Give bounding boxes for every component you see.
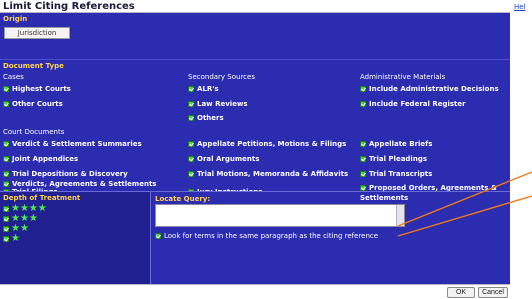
checkbox-checked-icon[interactable] [3,141,9,147]
option-label: Highest Courts [12,85,71,93]
locate-query-section: Locate Query: Look for terms in the same… [150,191,510,284]
query-scrollbar[interactable] [396,205,404,226]
checkbox-checked-icon[interactable] [3,181,9,187]
cases-label: Cases [3,73,24,81]
checkbox-checked-icon[interactable] [3,156,9,162]
checkbox-checked-icon[interactable] [360,141,366,147]
option-label: Law Reviews [197,100,248,108]
administrative-materials-label: Administrative Materials [360,73,446,81]
option-oral-arguments[interactable]: Oral Arguments [188,155,259,163]
option-label: Trial Depositions & Discovery [12,170,128,178]
depth-level-3[interactable]: ★★★ [3,214,38,224]
checkbox-checked-icon[interactable] [360,101,366,107]
option-others[interactable]: Others [188,114,224,122]
option-label: Include Federal Register [369,100,466,108]
option-label: ALR's [197,85,219,93]
checkbox-checked-icon[interactable] [360,156,366,162]
option-trial-pleadings[interactable]: Trial Pleadings [360,155,427,163]
option-label: Appellate Petitions, Motions & Filings [197,140,347,148]
option-trial-motions[interactable]: Trial Motions, Memoranda & Affidavits [188,170,348,178]
option-include-federal-register[interactable]: Include Federal Register [360,100,466,108]
option-highest-courts[interactable]: Highest Courts [3,85,71,93]
dialog-title: Limit Citing References [3,1,135,12]
option-joint-appendices[interactable]: Joint Appendices [3,155,78,163]
option-include-administrative-decisions[interactable]: Include Administrative Decisions [360,85,499,93]
checkbox-checked-icon[interactable] [3,171,9,177]
option-label: Joint Appendices [12,155,79,163]
checkbox-checked-icon[interactable] [3,226,9,232]
checkbox-checked-icon[interactable] [3,206,9,212]
option-verdicts-agreements-settlements[interactable]: Verdicts, Agreements & Settlements [3,180,156,188]
option-other-courts[interactable]: Other Courts [3,100,63,108]
option-label: Verdict & Settlement Summaries [12,140,142,148]
option-alrs[interactable]: ALR's [188,85,219,93]
checkbox-checked-icon[interactable] [3,216,9,222]
option-label: Include Administrative Decisions [369,85,499,93]
one-star-icon: ★ [11,233,20,244]
depth-level-1[interactable]: ★ [3,233,20,244]
option-label: Oral Arguments [197,155,260,163]
dialog-titlebar: Limit Citing References [0,0,510,13]
option-trial-transcripts[interactable]: Trial Transcripts [360,170,432,178]
option-label: Others [197,114,224,122]
checkbox-checked-icon[interactable] [155,233,161,239]
checkbox-checked-icon[interactable] [360,171,366,177]
checkbox-checked-icon[interactable] [188,101,194,107]
checkbox-checked-icon[interactable] [188,115,194,121]
origin-section: Origin Jurisdiction [0,13,510,59]
option-label: Trial Motions, Memoranda & Affidavits [197,170,349,178]
checkbox-checked-icon[interactable] [188,86,194,92]
depth-of-treatment-section: Depth of Treatment ★★★★ ★★★ ★★ ★ [0,191,150,284]
checkbox-checked-icon[interactable] [3,236,9,242]
option-label: Other Courts [12,100,63,108]
checkbox-checked-icon[interactable] [188,171,194,177]
option-same-paragraph[interactable]: Look for terms in the same paragraph as … [155,232,378,240]
checkbox-checked-icon[interactable] [3,86,9,92]
option-label: Trial Transcripts [369,170,433,178]
option-law-reviews[interactable]: Law Reviews [188,100,248,108]
court-documents-label: Court Documents [3,128,65,136]
option-label: Look for terms in the same paragraph as … [164,232,379,240]
locate-query-label: Locate Query: [155,195,211,203]
cancel-button[interactable]: Cancel [478,287,508,298]
checkbox-checked-icon[interactable] [188,141,194,147]
checkbox-checked-icon[interactable] [360,86,366,92]
option-label: Appellate Briefs [369,140,433,148]
jurisdiction-button[interactable]: Jurisdiction [4,27,70,39]
limit-citing-references-dialog: Limit Citing References Origin Jurisdict… [0,0,510,299]
dialog-footer: OK Cancel [0,284,510,299]
help-link[interactable]: Hel [514,3,526,11]
checkbox-checked-icon[interactable] [3,101,9,107]
locate-query-input[interactable] [155,204,405,227]
depth-level-2[interactable]: ★★ [3,224,29,234]
origin-label: Origin [3,15,28,23]
secondary-sources-label: Secondary Sources [188,73,255,81]
option-appellate-briefs[interactable]: Appellate Briefs [360,140,432,148]
depth-level-4[interactable]: ★★★★ [3,204,47,214]
option-verdict-settlement-summaries[interactable]: Verdict & Settlement Summaries [3,140,142,148]
option-trial-depositions-discovery[interactable]: Trial Depositions & Discovery [3,170,128,178]
option-appellate-petitions[interactable]: Appellate Petitions, Motions & Filings [188,140,346,148]
option-label: Trial Pleadings [369,155,427,163]
option-proposed-orders-line2: Settlements [360,194,409,202]
document-type-label: Document Type [3,62,64,70]
depth-of-treatment-label: Depth of Treatment [3,194,81,202]
option-label: Verdicts, Agreements & Settlements [12,180,157,188]
checkbox-checked-icon[interactable] [188,156,194,162]
ok-button[interactable]: OK [447,287,475,298]
document-type-section: Document Type Cases Highest Courts Other… [0,59,510,196]
